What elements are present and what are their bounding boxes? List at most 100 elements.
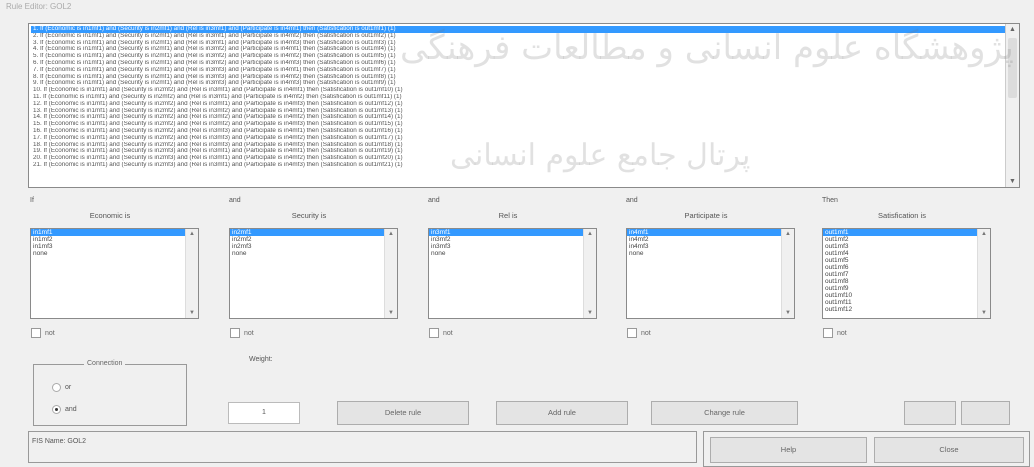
rule-item[interactable]: 5. If (Economic is in1mf1) and (Security… bbox=[31, 53, 1005, 60]
listbox-scrollbar[interactable]: ▲ ▼ bbox=[583, 229, 596, 318]
scroll-down-icon[interactable]: ▼ bbox=[782, 308, 794, 318]
membership-item[interactable]: out1mf7 bbox=[823, 271, 977, 278]
scroll-up-icon[interactable]: ▲ bbox=[186, 229, 198, 239]
membership-item[interactable]: in1mf2 bbox=[31, 236, 185, 243]
membership-item[interactable]: out1mf12 bbox=[823, 306, 977, 313]
connection-and-radio[interactable]: and bbox=[52, 405, 77, 414]
membership-item[interactable]: out1mf9 bbox=[823, 285, 977, 292]
satisfication-listbox[interactable]: out1mf1 out1mf2 out1mf3 out1mf4 out1mf5 out1m… bbox=[822, 228, 991, 319]
rule-item[interactable]: 9. If (Economic is in1mf1) and (Security… bbox=[31, 80, 1005, 87]
membership-item[interactable]: in3mf3 bbox=[429, 243, 583, 250]
rule-item[interactable]: 8. If (Economic is in1mf1) and (Security… bbox=[31, 74, 1005, 81]
membership-item[interactable]: none bbox=[230, 250, 384, 257]
add-rule-button[interactable]: Add rule bbox=[496, 401, 628, 425]
membership-item[interactable]: out1mf8 bbox=[823, 278, 977, 285]
connection-or-radio[interactable]: or bbox=[52, 383, 71, 392]
scroll-down-icon[interactable]: ▼ bbox=[584, 308, 596, 318]
radio-dot[interactable] bbox=[52, 383, 61, 392]
rule-item[interactable]: 14. If (Economic is in1mf1) and (Securit… bbox=[31, 114, 1005, 121]
membership-item[interactable]: in2mf2 bbox=[230, 236, 384, 243]
listbox-scrollbar[interactable]: ▲ ▼ bbox=[384, 229, 397, 318]
membership-item[interactable]: none bbox=[31, 250, 185, 257]
membership-item[interactable]: none bbox=[627, 250, 781, 257]
listbox-scrollbar[interactable]: ▲ ▼ bbox=[781, 229, 794, 318]
satisfication-not-checkbox[interactable]: not bbox=[823, 328, 847, 338]
rule-item[interactable]: 12. If (Economic is in1mf1) and (Securit… bbox=[31, 101, 1005, 108]
rule-item[interactable]: 3. If (Economic is in1mf1) and (Security… bbox=[31, 40, 1005, 47]
scroll-down-icon[interactable]: ▼ bbox=[1006, 176, 1019, 187]
weight-input[interactable]: 1 bbox=[228, 402, 300, 424]
membership-item[interactable]: out1mf2 bbox=[823, 236, 977, 243]
participate-listbox[interactable]: in4mf1 in4mf2 in4mf3 none ▲ ▼ bbox=[626, 228, 795, 319]
scroll-up-icon[interactable]: ▲ bbox=[978, 229, 990, 239]
listbox-scrollbar[interactable]: ▲ ▼ bbox=[185, 229, 198, 318]
rules-scrollbar[interactable]: ▲ ▼ bbox=[1005, 24, 1019, 187]
rules-listbox[interactable]: 1. If (Economic is in1mf1) and (Security… bbox=[28, 23, 1020, 188]
rule-item[interactable]: 21. If (Economic is in1mf1) and (Securit… bbox=[31, 162, 1005, 169]
membership-item[interactable]: in3mf1 bbox=[429, 229, 583, 236]
membership-item[interactable]: out1mf10 bbox=[823, 292, 977, 299]
help-button[interactable]: Help bbox=[710, 437, 867, 463]
rule-item[interactable]: 10. If (Economic is in1mf1) and (Securit… bbox=[31, 87, 1005, 94]
checkbox-box[interactable] bbox=[31, 328, 41, 338]
rule-item[interactable]: 6. If (Economic is in1mf1) and (Security… bbox=[31, 60, 1005, 67]
economic-title: Economic is bbox=[89, 211, 131, 220]
membership-item[interactable]: in1mf3 bbox=[31, 243, 185, 250]
membership-item[interactable]: out1mf11 bbox=[823, 299, 977, 306]
membership-item[interactable]: in3mf2 bbox=[429, 236, 583, 243]
rule-item[interactable]: 17. If (Economic is in1mf1) and (Securit… bbox=[31, 135, 1005, 142]
membership-item[interactable]: in4mf2 bbox=[627, 236, 781, 243]
rule-item[interactable]: 15. If (Economic is in1mf1) and (Securit… bbox=[31, 121, 1005, 128]
membership-item[interactable]: none bbox=[429, 250, 583, 257]
rule-item[interactable]: 7. If (Economic is in1mf1) and (Security… bbox=[31, 67, 1005, 74]
rule-item[interactable]: 4. If (Economic is in1mf1) and (Security… bbox=[31, 46, 1005, 53]
rule-item[interactable]: 19. If (Economic is in1mf1) and (Securit… bbox=[31, 148, 1005, 155]
scroll-up-icon[interactable]: ▲ bbox=[385, 229, 397, 239]
rel-not-checkbox[interactable]: not bbox=[429, 328, 453, 338]
scroll-right-button[interactable] bbox=[961, 401, 1010, 425]
rule-item[interactable]: 16. If (Economic is in1mf1) and (Securit… bbox=[31, 128, 1005, 135]
membership-item[interactable]: out1mf5 bbox=[823, 257, 977, 264]
scroll-up-icon[interactable]: ▲ bbox=[782, 229, 794, 239]
membership-item[interactable]: in4mf1 bbox=[627, 229, 781, 236]
rule-item[interactable]: 2. If (Economic is in1mf1) and (Security… bbox=[31, 33, 1005, 40]
scroll-up-icon[interactable]: ▲ bbox=[1006, 24, 1019, 35]
membership-item[interactable]: in4mf3 bbox=[627, 243, 781, 250]
economic-listbox[interactable]: in1mf1 in1mf2 in1mf3 none ▲ ▼ bbox=[30, 228, 199, 319]
membership-item[interactable]: out1mf3 bbox=[823, 243, 977, 250]
scroll-down-icon[interactable]: ▼ bbox=[186, 308, 198, 318]
scroll-down-icon[interactable]: ▼ bbox=[978, 308, 990, 318]
rel-listbox[interactable]: in3mf1 in3mf2 in3mf3 none ▲ ▼ bbox=[428, 228, 597, 319]
close-button[interactable]: Close bbox=[874, 437, 1024, 463]
membership-item[interactable]: in2mf3 bbox=[230, 243, 384, 250]
membership-item[interactable]: out1mf4 bbox=[823, 250, 977, 257]
security-listbox[interactable]: in2mf1 in2mf2 in2mf3 none ▲ ▼ bbox=[229, 228, 398, 319]
scroll-left-button[interactable] bbox=[904, 401, 956, 425]
change-rule-button[interactable]: Change rule bbox=[651, 401, 798, 425]
listbox-scrollbar[interactable]: ▲ ▼ bbox=[977, 229, 990, 318]
membership-item[interactable]: in2mf1 bbox=[230, 229, 384, 236]
scroll-up-icon[interactable]: ▲ bbox=[584, 229, 596, 239]
rule-item[interactable]: 13. If (Economic is in1mf1) and (Securit… bbox=[31, 108, 1005, 115]
rule-item[interactable]: 18. If (Economic is in1mf1) and (Securit… bbox=[31, 142, 1005, 149]
participate-not-checkbox[interactable]: not bbox=[627, 328, 651, 338]
and-label-3: and bbox=[626, 197, 638, 204]
membership-item[interactable]: in1mf1 bbox=[31, 229, 185, 236]
checkbox-box[interactable] bbox=[627, 328, 637, 338]
rules-list[interactable]: 1. If (Economic is in1mf1) and (Security… bbox=[31, 26, 1013, 169]
checkbox-box[interactable] bbox=[230, 328, 240, 338]
checkbox-box[interactable] bbox=[429, 328, 439, 338]
not-label: not bbox=[244, 329, 254, 337]
rule-item[interactable]: 1. If (Economic is in1mf1) and (Security… bbox=[31, 26, 1013, 33]
membership-item[interactable]: out1mf6 bbox=[823, 264, 977, 271]
economic-not-checkbox[interactable]: not bbox=[31, 328, 55, 338]
scroll-down-icon[interactable]: ▼ bbox=[385, 308, 397, 318]
delete-rule-button[interactable]: Delete rule bbox=[337, 401, 469, 425]
rule-item[interactable]: 20. If (Economic is in1mf1) and (Securit… bbox=[31, 155, 1005, 162]
rule-item[interactable]: 11. If (Economic is in1mf1) and (Securit… bbox=[31, 94, 1005, 101]
checkbox-box[interactable] bbox=[823, 328, 833, 338]
scroll-thumb[interactable] bbox=[1008, 38, 1017, 98]
radio-dot-selected[interactable] bbox=[52, 405, 61, 414]
security-not-checkbox[interactable]: not bbox=[230, 328, 254, 338]
membership-item[interactable]: out1mf1 bbox=[823, 229, 977, 236]
